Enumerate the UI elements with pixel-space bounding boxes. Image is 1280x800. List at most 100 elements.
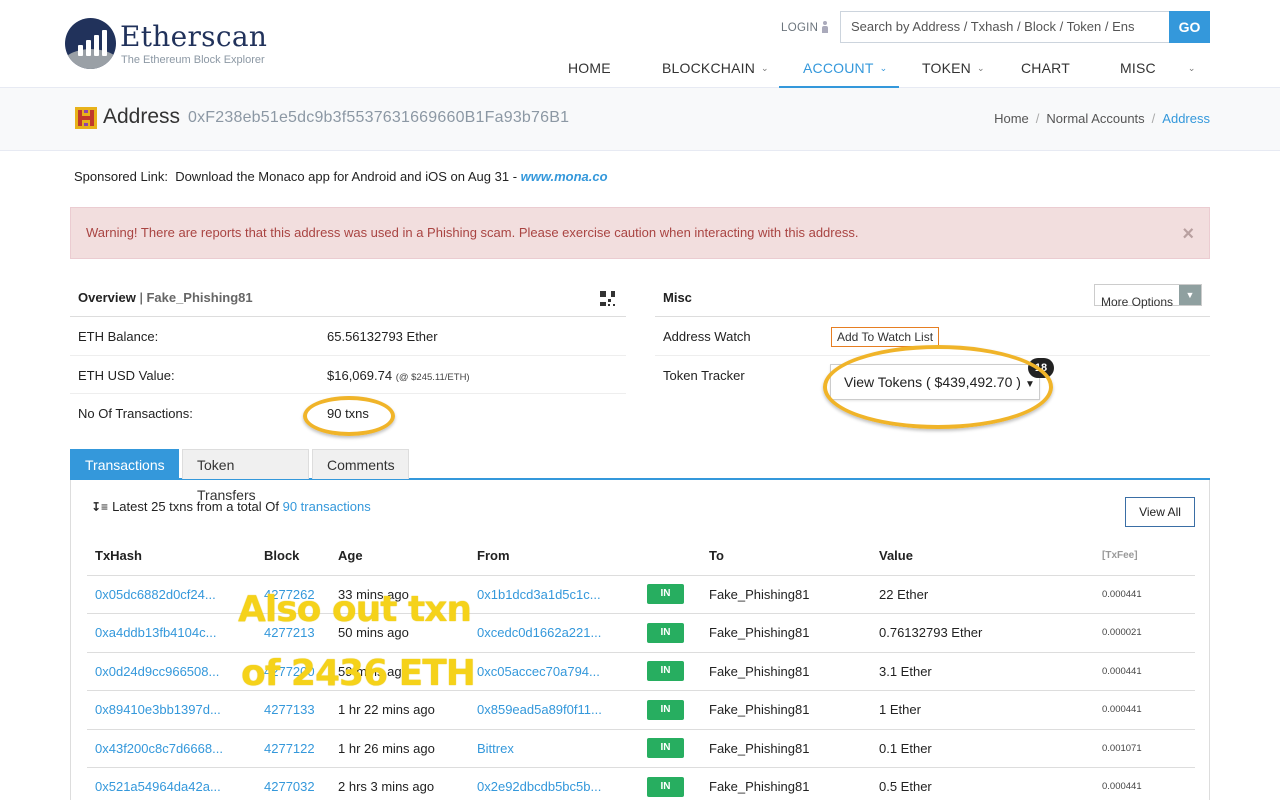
from-address-link[interactable]: 0xc05accec70a794...	[477, 664, 600, 679]
from-address-link-cell: Bittrex	[469, 729, 639, 768]
eth-usd-value-wrap: $16,069.74 (@ $245.11/ETH)	[327, 368, 470, 383]
tx-hash-link[interactable]: 0x43f200c8c7d6668...	[95, 741, 223, 756]
token-count-badge: 18	[1028, 357, 1054, 378]
eth-balance-row: ETH Balance: 65.56132793 Ether	[70, 317, 626, 356]
view-tokens-label: View Tokens ( $439,492.70 )	[844, 373, 1021, 390]
nav-chart[interactable]: CHART	[1021, 52, 1070, 88]
tx-fee-cell: 0.001071	[1094, 729, 1195, 768]
tx-fee: 0.001071	[1102, 742, 1142, 754]
login-link[interactable]: LOGIN	[781, 21, 829, 34]
tx-hash-link[interactable]: 0x521a54964da42a...	[95, 779, 221, 794]
tx-value-cell: 0.5 Ether	[871, 767, 1094, 800]
nav-token-label: TOKEN	[922, 60, 971, 76]
tx-hash-link-cell: 0x0d24d9cc966508...	[87, 652, 256, 691]
tx-age-cell: 1 hr 26 mins ago	[330, 729, 469, 768]
col-value: Value	[871, 537, 1094, 576]
to-address-cell: Fake_Phishing81	[701, 613, 871, 653]
table-header-row: TxHash Block Age From To Value [TxFee]	[87, 537, 1195, 576]
tx-age-cell: 1 hr 22 mins ago	[330, 690, 469, 730]
tx-value-cell: 1 Ether	[871, 690, 1094, 730]
tx-hash-link[interactable]: 0x89410e3bb1397d...	[95, 702, 221, 717]
tx-age: 2 hrs 3 mins ago	[338, 779, 435, 795]
more-options-button[interactable]: More Options ▼	[1093, 284, 1202, 309]
nav-home[interactable]: HOME	[568, 52, 611, 88]
block-link[interactable]: 4277032	[264, 779, 315, 794]
tx-count-label: No Of Transactions:	[78, 406, 193, 421]
view-tokens-dropdown[interactable]: View Tokens ( $439,492.70 ) ▼	[830, 363, 1040, 400]
tx-value: 22 Ether	[879, 586, 929, 602]
sort-desc-icon: ↧≡	[91, 500, 109, 514]
block-link[interactable]: 4277213	[264, 625, 315, 640]
sponsored-prefix: Sponsored Link:	[74, 169, 168, 184]
user-icon	[821, 21, 829, 33]
block-link[interactable]: 4277200	[264, 664, 315, 679]
block-link[interactable]: 4277122	[264, 741, 315, 756]
overview-title: Overview	[78, 290, 136, 305]
tx-fee-cell: 0.000441	[1094, 767, 1195, 800]
block-link[interactable]: 4277133	[264, 702, 315, 717]
transactions-table: TxHash Block Age From To Value [TxFee] 0…	[87, 537, 1195, 800]
col-txhash: TxHash	[87, 537, 256, 576]
table-row: 0x05dc6882d0cf24... 4277262 33 mins ago 0x1…	[87, 575, 1195, 614]
search-go-button[interactable]: GO	[1169, 11, 1210, 43]
block-link[interactable]: 4277262	[264, 587, 315, 602]
from-address-link-cell: 0xc05accec70a794...	[469, 652, 639, 691]
tx-hash-link[interactable]: 0xa4ddb13fb4104c...	[95, 625, 216, 640]
breadcrumb: Home / Normal Accounts / Address	[994, 111, 1210, 126]
misc-title: Misc	[663, 290, 692, 305]
nav-misc[interactable]: MISC ⌄	[1120, 52, 1196, 88]
tab-comments[interactable]: Comments	[312, 449, 409, 479]
col-txfee[interactable]: [TxFee]	[1094, 537, 1195, 576]
tx-hash-link[interactable]: 0x05dc6882d0cf24...	[95, 587, 216, 602]
breadcrumb-normal-accounts[interactable]: Normal Accounts	[1046, 111, 1144, 126]
nav-chart-label: CHART	[1021, 60, 1070, 76]
logo-name: Etherscan	[120, 20, 268, 53]
block-link-cell: 4277133	[256, 690, 330, 730]
from-address-link[interactable]: Bittrex	[477, 741, 514, 756]
nav-blockchain[interactable]: BLOCKCHAIN ⌄	[662, 52, 769, 88]
tx-fee: 0.000441	[1102, 588, 1142, 600]
view-all-button[interactable]: View All	[1125, 497, 1195, 527]
tx-age-cell: 59 mins ago	[330, 652, 469, 691]
from-address-link-cell: 0x2e92dbcdb5bc5b...	[469, 767, 639, 800]
col-block: Block	[256, 537, 330, 576]
block-link-cell: 4277213	[256, 613, 330, 653]
close-icon[interactable]: ×	[1182, 224, 1194, 244]
login-label: LOGIN	[781, 22, 819, 34]
col-to: To	[701, 537, 871, 576]
sponsored-link: Sponsored Link: Download the Monaco app …	[74, 169, 608, 184]
overview-panel: Overview | Fake_Phishing81 ETH Balance: …	[70, 281, 626, 433]
sponsored-url[interactable]: www.mona.co	[521, 169, 608, 184]
from-address-link[interactable]: 0x2e92dbcdb5bc5b...	[477, 779, 601, 794]
tx-hash-link[interactable]: 0x0d24d9cc966508...	[95, 664, 219, 679]
tx-fee-cell: 0.000441	[1094, 690, 1195, 730]
add-to-watch-list-button[interactable]: Add To Watch List	[831, 327, 940, 347]
from-address-link[interactable]: 0x859ead5a89f0f11...	[477, 702, 602, 717]
nav-token[interactable]: TOKEN ⌄	[922, 52, 985, 88]
tx-age: 59 mins ago	[338, 663, 409, 679]
to-address: Fake_Phishing81	[709, 702, 810, 718]
direction-badge: IN	[647, 699, 684, 720]
from-address-link[interactable]: 0xcedc0d1662a221...	[477, 625, 601, 640]
token-tracker-row: Token Tracker View Tokens ( $439,492.70 …	[655, 356, 1210, 408]
search-input[interactable]: Search by Address / Txhash / Block / Tok…	[840, 11, 1170, 43]
address-watch-label: Address Watch	[663, 329, 751, 344]
table-row: 0x43f200c8c7d6668... 4277122 1 hr 26 mins …	[87, 729, 1195, 768]
from-address-link-cell: 0xcedc0d1662a221...	[469, 613, 639, 653]
chevron-down-icon: ⌄	[1187, 63, 1196, 73]
block-link-cell: 4277262	[256, 575, 330, 614]
to-address: Fake_Phishing81	[709, 625, 810, 641]
direction-badge-cell: IN	[639, 613, 701, 653]
eth-usd-row: ETH USD Value: $16,069.74 (@ $245.11/ETH…	[70, 356, 626, 394]
breadcrumb-home[interactable]: Home	[994, 111, 1029, 126]
tab-transactions[interactable]: Transactions	[70, 449, 179, 479]
tx-fee: 0.000441	[1102, 781, 1142, 793]
from-address-link[interactable]: 0x1b1dcd3a1d5c1c...	[477, 587, 601, 602]
table-row: 0x89410e3bb1397d... 4277133 1 hr 22 mins a…	[87, 690, 1195, 730]
warning-text: Warning! There are reports that this add…	[86, 225, 859, 240]
nav-home-label: HOME	[568, 60, 611, 76]
nav-account[interactable]: ACCOUNT ⌄	[779, 52, 899, 88]
qr-code-icon[interactable]	[599, 290, 616, 307]
tab-token-transfers[interactable]: Token Transfers	[182, 449, 309, 503]
tx-summary-link[interactable]: 90 transactions	[283, 499, 371, 514]
